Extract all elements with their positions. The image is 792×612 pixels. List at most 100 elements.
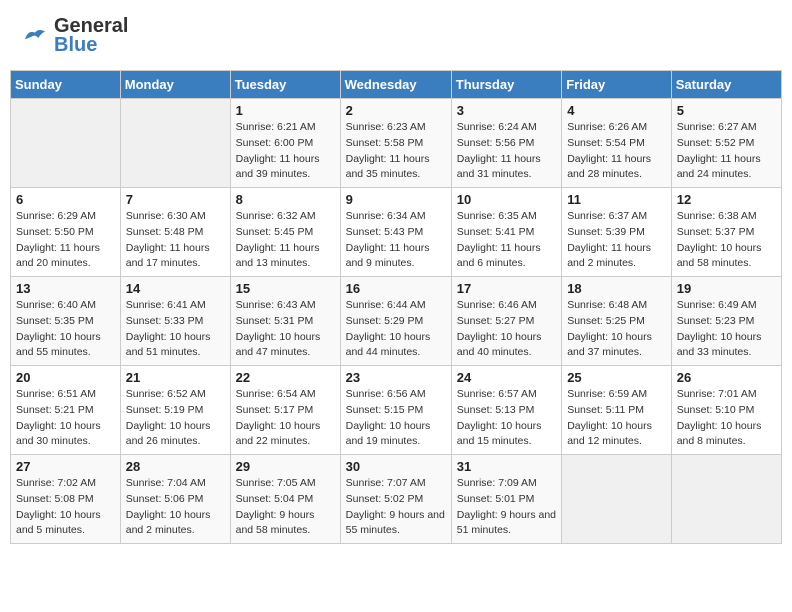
day-info: Sunrise: 6:51 AM Sunset: 5:21 PM Dayligh… — [16, 387, 115, 450]
day-number: 23 — [346, 370, 446, 385]
calendar-cell: 31 Sunrise: 7:09 AM Sunset: 5:01 PM Dayli… — [451, 455, 561, 544]
day-info: Sunrise: 6:24 AM Sunset: 5:56 PM Dayligh… — [457, 120, 556, 183]
weekday-header-row: SundayMondayTuesdayWednesdayThursdayFrid… — [11, 71, 782, 99]
day-number: 22 — [236, 370, 335, 385]
weekday-header-sunday: Sunday — [11, 71, 121, 99]
day-number: 30 — [346, 459, 446, 474]
week-row-1: 1 Sunrise: 6:21 AM Sunset: 6:00 PM Daylig… — [11, 99, 782, 188]
calendar-cell: 29 Sunrise: 7:05 AM Sunset: 5:04 PM Dayli… — [230, 455, 340, 544]
calendar-cell: 2 Sunrise: 6:23 AM Sunset: 5:58 PM Daylig… — [340, 99, 451, 188]
calendar-cell: 25 Sunrise: 6:59 AM Sunset: 5:11 PM Dayli… — [562, 366, 672, 455]
day-number: 3 — [457, 103, 556, 118]
calendar-cell: 14Sunrise: 6:41 AM Sunset: 5:33 PM Dayli… — [120, 277, 230, 366]
day-number: 12 — [677, 192, 776, 207]
calendar-cell — [11, 99, 121, 188]
day-number: 19 — [677, 281, 776, 296]
day-number: 28 — [126, 459, 225, 474]
weekday-header-thursday: Thursday — [451, 71, 561, 99]
calendar-cell: 12 Sunrise: 6:38 AM Sunset: 5:37 PM Dayli… — [671, 188, 781, 277]
day-number: 4 — [567, 103, 666, 118]
day-number: 25 — [567, 370, 666, 385]
day-info: Sunrise: 6:49 AM Sunset: 5:23 PM Dayligh… — [677, 298, 776, 361]
calendar-cell: 15 Sunrise: 6:43 AM Sunset: 5:31 PM Dayli… — [230, 277, 340, 366]
day-number: 5 — [677, 103, 776, 118]
weekday-header-wednesday: Wednesday — [340, 71, 451, 99]
logo-icon — [20, 26, 50, 46]
calendar-cell: 30 Sunrise: 7:07 AM Sunset: 5:02 PM Dayli… — [340, 455, 451, 544]
day-number: 2 — [346, 103, 446, 118]
week-row-3: 13 Sunrise: 6:40 AM Sunset: 5:35 PM Dayli… — [11, 277, 782, 366]
calendar-cell — [671, 455, 781, 544]
calendar-cell: 24 Sunrise: 6:57 AM Sunset: 5:13 PM Dayli… — [451, 366, 561, 455]
day-number: 8 — [236, 192, 335, 207]
logo-text-block: General Blue — [54, 15, 128, 57]
calendar-cell: 1 Sunrise: 6:21 AM Sunset: 6:00 PM Daylig… — [230, 99, 340, 188]
calendar-cell: 8 Sunrise: 6:32 AM Sunset: 5:45 PM Daylig… — [230, 188, 340, 277]
day-number: 16 — [346, 281, 446, 296]
day-number: 13 — [16, 281, 115, 296]
day-number: 11 — [567, 192, 666, 207]
day-info: Sunrise: 6:29 AM Sunset: 5:50 PM Dayligh… — [16, 209, 115, 272]
weekday-header-monday: Monday — [120, 71, 230, 99]
calendar-cell: 18 Sunrise: 6:48 AM Sunset: 5:25 PM Dayli… — [562, 277, 672, 366]
day-number: 18 — [567, 281, 666, 296]
day-number: 15 — [236, 281, 335, 296]
day-info: Sunrise: 6:43 AM Sunset: 5:31 PM Dayligh… — [236, 298, 335, 361]
day-info: Sunrise: 7:09 AM Sunset: 5:01 PM Dayligh… — [457, 476, 556, 539]
week-row-2: 6 Sunrise: 6:29 AM Sunset: 5:50 PM Daylig… — [11, 188, 782, 277]
day-info: Sunrise: 6:46 AM Sunset: 5:27 PM Dayligh… — [457, 298, 556, 361]
day-number: 29 — [236, 459, 335, 474]
calendar-cell: 19 Sunrise: 6:49 AM Sunset: 5:23 PM Dayli… — [671, 277, 781, 366]
day-number: 20 — [16, 370, 115, 385]
day-info: Sunrise: 6:21 AM Sunset: 6:00 PM Dayligh… — [236, 120, 335, 183]
logo: General Blue — [20, 15, 128, 57]
calendar-cell: 16 Sunrise: 6:44 AM Sunset: 5:29 PM Dayli… — [340, 277, 451, 366]
day-info: Sunrise: 7:07 AM Sunset: 5:02 PM Dayligh… — [346, 476, 446, 539]
day-number: 7 — [126, 192, 225, 207]
day-number: 24 — [457, 370, 556, 385]
calendar-cell: 10Sunrise: 6:35 AM Sunset: 5:41 PM Dayli… — [451, 188, 561, 277]
calendar-cell: 4 Sunrise: 6:26 AM Sunset: 5:54 PM Daylig… — [562, 99, 672, 188]
day-info: Sunrise: 7:02 AM Sunset: 5:08 PM Dayligh… — [16, 476, 115, 539]
day-info: Sunrise: 6:59 AM Sunset: 5:11 PM Dayligh… — [567, 387, 666, 450]
calendar-cell: 5Sunrise: 6:27 AM Sunset: 5:52 PM Daylig… — [671, 99, 781, 188]
day-info: Sunrise: 7:05 AM Sunset: 5:04 PM Dayligh… — [236, 476, 335, 539]
day-number: 31 — [457, 459, 556, 474]
day-info: Sunrise: 6:32 AM Sunset: 5:45 PM Dayligh… — [236, 209, 335, 272]
calendar-cell: 9Sunrise: 6:34 AM Sunset: 5:43 PM Daylig… — [340, 188, 451, 277]
day-info: Sunrise: 6:44 AM Sunset: 5:29 PM Dayligh… — [346, 298, 446, 361]
day-info: Sunrise: 6:41 AM Sunset: 5:33 PM Dayligh… — [126, 298, 225, 361]
day-info: Sunrise: 6:52 AM Sunset: 5:19 PM Dayligh… — [126, 387, 225, 450]
day-info: Sunrise: 6:23 AM Sunset: 5:58 PM Dayligh… — [346, 120, 446, 183]
calendar-cell: 22 Sunrise: 6:54 AM Sunset: 5:17 PM Dayli… — [230, 366, 340, 455]
calendar-cell: 6 Sunrise: 6:29 AM Sunset: 5:50 PM Daylig… — [11, 188, 121, 277]
day-number: 27 — [16, 459, 115, 474]
day-info: Sunrise: 6:54 AM Sunset: 5:17 PM Dayligh… — [236, 387, 335, 450]
day-info: Sunrise: 6:38 AM Sunset: 5:37 PM Dayligh… — [677, 209, 776, 272]
day-info: Sunrise: 6:56 AM Sunset: 5:15 PM Dayligh… — [346, 387, 446, 450]
day-info: Sunrise: 6:40 AM Sunset: 5:35 PM Dayligh… — [16, 298, 115, 361]
day-info: Sunrise: 6:37 AM Sunset: 5:39 PM Dayligh… — [567, 209, 666, 272]
calendar-cell: 7 Sunrise: 6:30 AM Sunset: 5:48 PM Daylig… — [120, 188, 230, 277]
weekday-header-tuesday: Tuesday — [230, 71, 340, 99]
calendar-cell — [562, 455, 672, 544]
day-number: 26 — [677, 370, 776, 385]
day-info: Sunrise: 6:26 AM Sunset: 5:54 PM Dayligh… — [567, 120, 666, 183]
page-header: General Blue — [10, 10, 782, 62]
day-info: Sunrise: 6:57 AM Sunset: 5:13 PM Dayligh… — [457, 387, 556, 450]
day-info: Sunrise: 6:34 AM Sunset: 5:43 PM Dayligh… — [346, 209, 446, 272]
day-info: Sunrise: 6:30 AM Sunset: 5:48 PM Dayligh… — [126, 209, 225, 272]
weekday-header-friday: Friday — [562, 71, 672, 99]
week-row-5: 27 Sunrise: 7:02 AM Sunset: 5:08 PM Dayli… — [11, 455, 782, 544]
day-number: 6 — [16, 192, 115, 207]
calendar-cell: 11 Sunrise: 6:37 AM Sunset: 5:39 PM Dayli… — [562, 188, 672, 277]
day-info: Sunrise: 6:48 AM Sunset: 5:25 PM Dayligh… — [567, 298, 666, 361]
calendar-cell: 13 Sunrise: 6:40 AM Sunset: 5:35 PM Dayli… — [11, 277, 121, 366]
weekday-header-saturday: Saturday — [671, 71, 781, 99]
calendar-cell: 27 Sunrise: 7:02 AM Sunset: 5:08 PM Dayli… — [11, 455, 121, 544]
calendar-cell: 21Sunrise: 6:52 AM Sunset: 5:19 PM Dayli… — [120, 366, 230, 455]
calendar-cell: 26Sunrise: 7:01 AM Sunset: 5:10 PM Dayli… — [671, 366, 781, 455]
calendar-cell — [120, 99, 230, 188]
day-info: Sunrise: 6:35 AM Sunset: 5:41 PM Dayligh… — [457, 209, 556, 272]
day-number: 1 — [236, 103, 335, 118]
